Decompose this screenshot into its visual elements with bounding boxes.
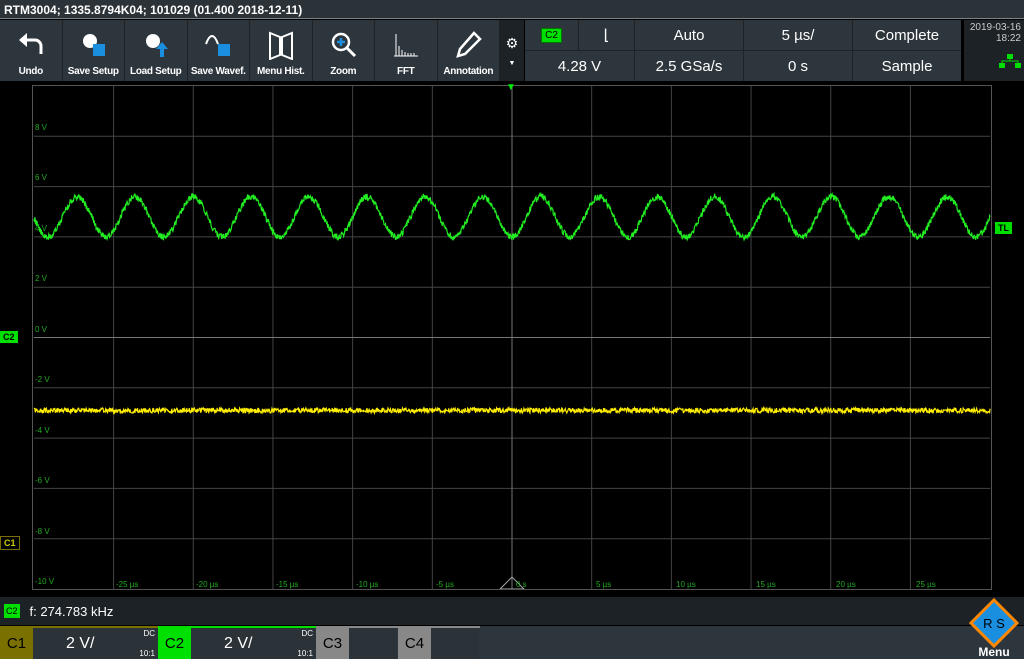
toolbar-button-label: Undo bbox=[19, 66, 43, 77]
channel-c2[interactable]: C2 2 V/DC 10:1 bbox=[158, 626, 316, 659]
toolbar-button-label: FFT bbox=[397, 66, 414, 77]
save-setup-icon bbox=[79, 30, 107, 60]
channel-c4[interactable]: C4 bbox=[398, 626, 480, 659]
svg-text:R S: R S bbox=[983, 616, 1005, 631]
y-axis-label: 8 V bbox=[35, 123, 47, 132]
c2-offset-marker[interactable]: C2 bbox=[0, 331, 18, 343]
trigger-source[interactable]: C2 bbox=[525, 20, 578, 50]
toolbar-button-label: Annotation bbox=[443, 66, 493, 77]
window-title: RTM3004; 1335.8794K04; 101029 (01.400 20… bbox=[0, 0, 1024, 19]
y-axis-label: -4 V bbox=[35, 426, 50, 435]
toolbar-button-zoom[interactable]: Zoom bbox=[313, 20, 375, 81]
menu-button[interactable]: R S Menu bbox=[964, 598, 1024, 659]
x-axis-label: 0 s bbox=[516, 580, 527, 589]
frequency-measurement[interactable]: f: 274.783 kHz bbox=[30, 604, 114, 619]
toolbar-button-label: Zoom bbox=[330, 66, 356, 77]
save-waveform-icon bbox=[204, 30, 232, 60]
acquisition-mode[interactable]: Sample bbox=[853, 51, 961, 81]
toolbar: Undo Save Setup Load Setup Save Wavef. Menu … bbox=[0, 20, 500, 81]
horizontal-position[interactable]: 0 s bbox=[744, 51, 852, 81]
x-axis-label: 5 µs bbox=[596, 580, 611, 589]
zoom-icon bbox=[329, 30, 357, 60]
waveform-display[interactable] bbox=[32, 85, 992, 590]
y-axis-label: 2 V bbox=[35, 274, 47, 283]
toolbar-button-save-setup[interactable]: Save Setup bbox=[63, 20, 125, 81]
gear-icon: ⚙ bbox=[506, 35, 519, 52]
toolbar-button-save-wavef[interactable]: Save Wavef. bbox=[188, 20, 250, 81]
pencil-icon bbox=[454, 30, 482, 60]
settings-button[interactable]: ⚙ ▼ bbox=[500, 20, 524, 81]
x-axis-label: 20 µs bbox=[836, 580, 856, 589]
menu-history-icon bbox=[267, 30, 295, 60]
y-axis-label: 6 V bbox=[35, 173, 47, 182]
fft-icon bbox=[392, 30, 420, 60]
datetime: 2019-03-16 18:22 bbox=[964, 20, 1024, 81]
channel-c3[interactable]: C3 bbox=[316, 626, 398, 659]
toolbar-button-label: Save Setup bbox=[68, 66, 119, 77]
y-axis-label: -10 V bbox=[35, 577, 54, 586]
acquisition-state[interactable]: Complete bbox=[853, 20, 961, 50]
x-axis-label: -5 µs bbox=[436, 580, 454, 589]
trigger-level[interactable]: 4.28 V bbox=[525, 51, 634, 81]
vertical-scale: 2 V/ bbox=[66, 635, 94, 653]
measurement-bar: C2 f: 274.783 kHz bbox=[0, 597, 1024, 625]
x-axis-label: -25 µs bbox=[116, 580, 138, 589]
vertical-scale: 2 V/ bbox=[224, 635, 252, 653]
toolbar-button-annotation[interactable]: Annotation bbox=[438, 20, 500, 81]
toolbar-button-menu-hist[interactable]: Menu Hist. bbox=[250, 20, 312, 81]
c1-offset-marker[interactable]: C1 bbox=[0, 536, 20, 550]
toolbar-button-fft[interactable]: FFT bbox=[375, 20, 437, 81]
x-axis-label: 15 µs bbox=[756, 580, 776, 589]
channel-c1[interactable]: C1 2 V/DC 10:1 bbox=[0, 626, 158, 659]
rs-logo: R S bbox=[969, 598, 1019, 648]
x-axis-label: -10 µs bbox=[356, 580, 378, 589]
toolbar-button-label: Load Setup bbox=[130, 66, 181, 77]
x-axis-label: -20 µs bbox=[196, 580, 218, 589]
toolbar-button-load-setup[interactable]: Load Setup bbox=[125, 20, 187, 81]
timebase[interactable]: 5 µs/ bbox=[744, 20, 852, 50]
x-axis-label: 25 µs bbox=[916, 580, 936, 589]
trigger-position-marker[interactable]: ▼ bbox=[506, 82, 516, 93]
status-panel: C2 ⌊ Auto 5 µs/ Complete 4.28 V 2.5 GSa/… bbox=[525, 20, 961, 81]
y-axis-label: 0 V bbox=[35, 325, 47, 334]
y-axis-label: 4 V bbox=[35, 224, 47, 233]
load-setup-icon bbox=[142, 30, 170, 60]
y-axis-label: -8 V bbox=[35, 527, 50, 536]
trigger-level-marker[interactable]: TL bbox=[995, 222, 1012, 234]
channel-bar: C1 2 V/DC 10:1 C2 2 V/DC 10:1 C3 C4 bbox=[0, 626, 1024, 659]
y-axis-label: -6 V bbox=[35, 476, 50, 485]
trigger-slope-falling-icon[interactable]: ⌊ bbox=[579, 20, 634, 50]
chevron-down-icon: ▼ bbox=[509, 60, 516, 67]
x-axis-label: 10 µs bbox=[676, 580, 696, 589]
trigger-mode[interactable]: Auto bbox=[635, 20, 743, 50]
y-axis-label: -2 V bbox=[35, 375, 50, 384]
sample-rate[interactable]: 2.5 GSa/s bbox=[635, 51, 743, 81]
network-icon bbox=[999, 54, 1021, 68]
undo-icon bbox=[17, 30, 45, 60]
toolbar-button-label: Menu Hist. bbox=[257, 66, 305, 77]
toolbar-button-undo[interactable]: Undo bbox=[0, 20, 62, 81]
x-axis-label: -15 µs bbox=[276, 580, 298, 589]
toolbar-button-label: Save Wavef. bbox=[191, 66, 246, 77]
